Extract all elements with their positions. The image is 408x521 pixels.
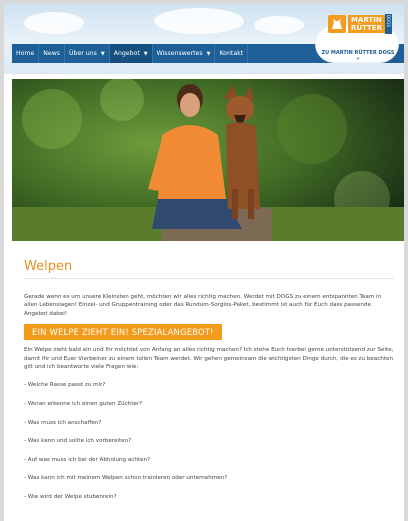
nav-item-label: News [43,50,61,57]
nav-item-news[interactable]: News [39,44,66,63]
nav-item-wissenswertes[interactable]: Wissenswertes ▼ [153,44,216,63]
nav-item-label: Angebot [113,50,140,57]
martin-ruetter-dogs-link[interactable]: ZU MARTIN RÜTTER DOGS » [320,50,396,62]
list-item: - Was kann ich mit meinem Welpen schon t… [24,475,228,482]
logo-dogs-tag: DOGS [384,14,392,34]
site-header: Home News Über uns ▼ Angebot ▼ Wissenswert… [4,4,404,74]
page: Home News Über uns ▼ Angebot ▼ Wissenswert… [4,4,404,521]
nav-item-home[interactable]: Home [12,44,40,63]
hero-image [12,79,404,241]
list-item: - Wie wird der Welpe stubenrein? [24,494,117,500]
special-offer-button[interactable]: EIN WELPE ZIEHT EIN! SPEZIALANGEBOT! [24,324,222,341]
header-cloud [154,8,244,34]
main-content: Welpen Gerade wenn es um unsere Kleinste… [24,249,394,512]
nav-item-label: Kontakt [219,50,244,57]
list-item: - Woran erkenne ich einen guten Züchter? [24,401,143,408]
chevron-down-icon: ▼ [143,50,148,57]
header-cloud [254,16,304,34]
nav-item-label: Wissenswertes [156,50,203,57]
nav-item-ueber-uns[interactable]: Über uns ▼ [65,44,110,63]
nav-item-label: Home [16,50,35,57]
logo-mark-group: MARTIN RÜTTER DOGS [328,14,392,34]
list-item: - Was kann und sollte ich vorbereiten? [24,438,132,445]
title-divider [24,278,394,279]
chevron-down-icon: ▼ [100,50,105,57]
body-text: Ein Welpe zieht bald ein und Ihr möchtet… [24,347,394,371]
intro-text: Gerade wenn es um unsere Kleinsten geht,… [24,294,382,317]
question-list: - Welche Rasse passt zu mir? - Woran erk… [24,381,394,501]
dog-logo-icon [328,15,346,33]
nav-item-kontakt[interactable]: Kontakt [215,44,249,63]
list-item: - Welche Rasse passt zu mir? [24,382,106,389]
nav-item-angebot[interactable]: Angebot ▼ [109,44,153,63]
hero-photo [12,79,404,241]
page-title: Welpen [24,259,73,274]
nav-item-label: Über uns [69,50,97,57]
brand-logo[interactable]: MARTIN RÜTTER DOGS ZU MARTIN RÜTTER DOGS … [316,10,398,62]
logo-wordmark: MARTIN RÜTTER [348,15,385,33]
list-item: - Auf was muss ich bei der Abholung acht… [24,456,151,463]
list-item: - Was muss ich anschaffen? [24,419,102,426]
chevron-down-icon: ▼ [206,50,211,57]
header-cloud [24,12,84,34]
